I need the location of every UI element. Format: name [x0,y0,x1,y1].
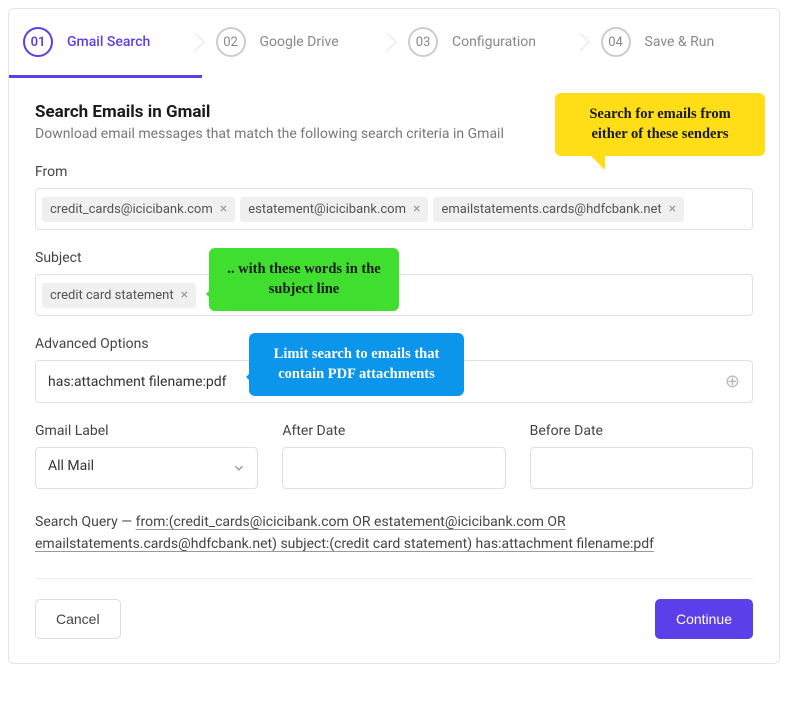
step-number: 01 [23,27,53,57]
after-date-label: After Date [282,423,505,439]
divider [35,578,753,579]
from-input[interactable]: credit_cards@icicibank.com × estatement@… [35,188,753,230]
step-number: 04 [601,27,631,57]
step-configuration[interactable]: 03 Configuration [394,9,587,78]
subject-chip: credit card statement × [42,283,196,308]
callout-subject: .. with these words in the subject line [209,248,399,311]
step-label: Google Drive [260,34,339,50]
from-chip: emailstatements.cards@hdfcbank.net × [433,197,684,222]
step-gmail-search[interactable]: 01 Gmail Search [9,9,202,78]
search-query-prefix: Search Query — [35,514,136,530]
form-body: Search Emails in Gmail Download email me… [9,78,779,663]
before-date-label: Before Date [530,423,753,439]
callout-senders: Search for emails from either of these s… [555,93,765,156]
from-label: From [35,164,753,180]
chip-text: estatement@icicibank.com [248,202,406,217]
step-number: 02 [216,27,246,57]
callout-attachments: Limit search to emails that contain PDF … [249,333,464,396]
close-icon[interactable]: × [181,288,188,302]
step-save-run[interactable]: 04 Save & Run [587,9,780,78]
step-nav: 01 Gmail Search 02 Google Drive 03 Confi… [9,9,779,78]
cancel-button[interactable]: Cancel [35,599,121,639]
before-date-input[interactable] [530,447,753,489]
wizard-card: 01 Gmail Search 02 Google Drive 03 Confi… [8,8,780,664]
step-label: Gmail Search [67,34,150,50]
gmail-label-select[interactable]: All Mail [35,447,258,489]
plus-icon[interactable]: ⊕ [725,371,740,392]
chip-text: emailstatements.cards@hdfcbank.net [441,202,661,217]
step-google-drive[interactable]: 02 Google Drive [202,9,395,78]
continue-button[interactable]: Continue [655,599,753,639]
chip-text: credit card statement [50,288,174,303]
close-icon[interactable]: × [669,202,676,216]
step-label: Configuration [452,34,536,50]
after-date-input[interactable] [282,447,505,489]
chip-text: credit_cards@icicibank.com [50,202,213,217]
search-query-display: Search Query — from:(credit_cards@icicib… [35,511,753,556]
step-number: 03 [408,27,438,57]
gmail-label-label: Gmail Label [35,423,258,439]
from-chip: credit_cards@icicibank.com × [42,197,235,222]
close-icon[interactable]: × [413,202,420,216]
from-chip: estatement@icicibank.com × [240,197,428,222]
step-label: Save & Run [645,34,715,50]
close-icon[interactable]: × [220,202,227,216]
